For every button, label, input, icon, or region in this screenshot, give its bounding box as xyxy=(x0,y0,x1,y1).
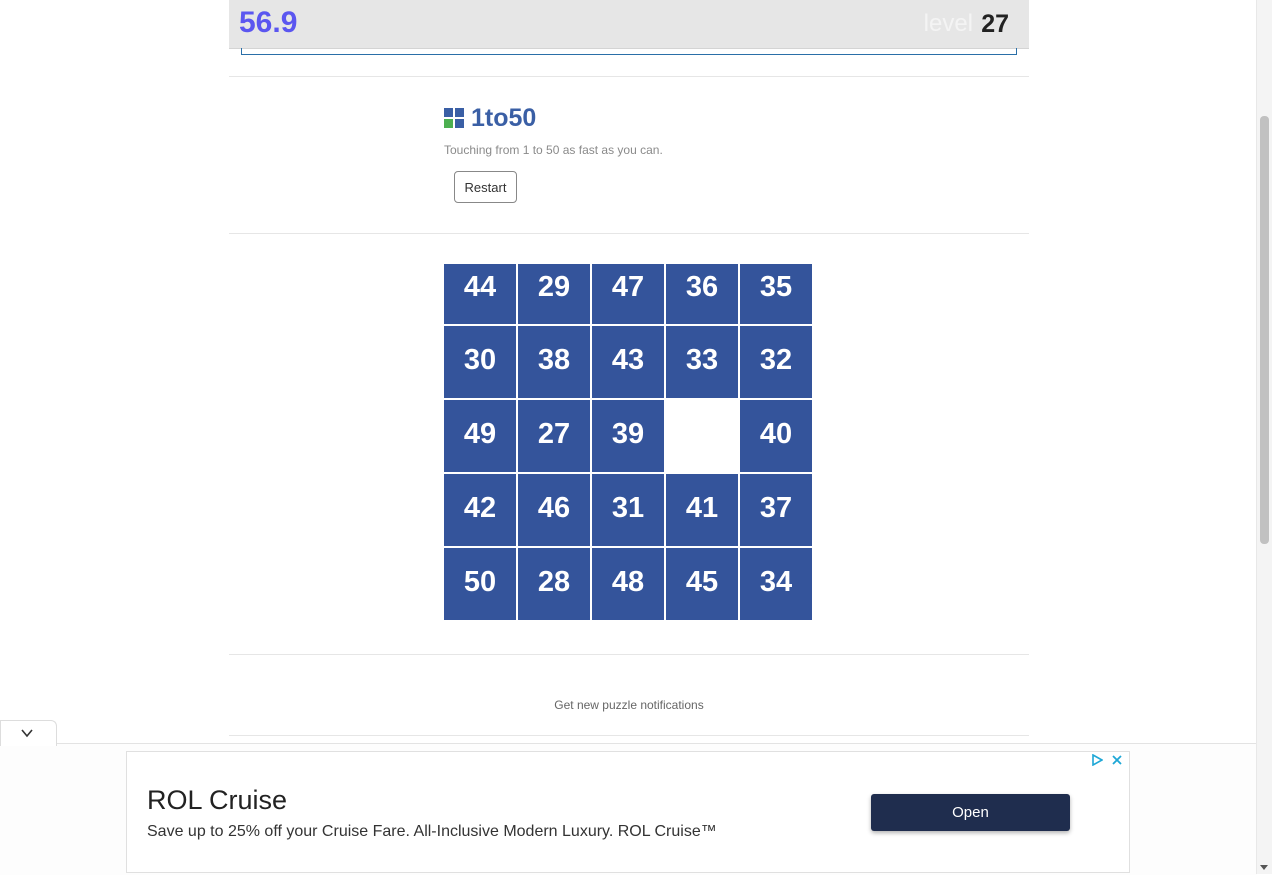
game-subtitle: Touching from 1 to 50 as fast as you can… xyxy=(444,143,663,157)
number-tile[interactable]: 32 xyxy=(740,326,812,398)
number-tile[interactable]: 30 xyxy=(444,326,516,398)
number-tile[interactable]: 40 xyxy=(740,400,812,472)
number-tile[interactable]: 28 xyxy=(518,548,590,620)
adchoices-icon[interactable] xyxy=(1091,754,1103,766)
number-tile[interactable]: 33 xyxy=(666,326,738,398)
status-bar: 56.9 level 27 xyxy=(229,0,1029,49)
number-tile[interactable]: 35 xyxy=(740,264,812,324)
number-tile[interactable]: 46 xyxy=(518,474,590,546)
header-underline-box xyxy=(241,48,1017,55)
chevron-down-icon xyxy=(21,729,33,738)
number-tile[interactable]: 36 xyxy=(666,264,738,324)
number-tile[interactable]: 42 xyxy=(444,474,516,546)
scrollbar[interactable] xyxy=(1256,0,1272,874)
number-tile[interactable]: 29 xyxy=(518,264,590,324)
number-tile[interactable]: 45 xyxy=(666,548,738,620)
empty-tile xyxy=(666,400,738,472)
level-label: level xyxy=(923,10,973,37)
number-tile[interactable]: 50 xyxy=(444,548,516,620)
ad-description[interactable]: Save up to 25% off your Cruise Fare. All… xyxy=(147,823,717,841)
divider xyxy=(229,654,1029,655)
number-tile[interactable]: 37 xyxy=(740,474,812,546)
app-logo-icon xyxy=(444,108,464,128)
notifications-link[interactable]: Get new puzzle notifications xyxy=(229,698,1029,712)
ad-controls xyxy=(1089,752,1129,768)
restart-button[interactable]: Restart xyxy=(454,171,517,203)
ad-banner[interactable]: ROL Cruise Save up to 25% off your Cruis… xyxy=(126,751,1130,873)
number-tile[interactable]: 38 xyxy=(518,326,590,398)
number-tile[interactable]: 34 xyxy=(740,548,812,620)
number-tile[interactable]: 43 xyxy=(592,326,664,398)
number-tile[interactable]: 27 xyxy=(518,400,590,472)
ad-title[interactable]: ROL Cruise xyxy=(147,785,287,816)
game-title: 1to50 xyxy=(471,104,537,132)
number-tile[interactable]: 31 xyxy=(592,474,664,546)
scrollbar-thumb[interactable] xyxy=(1260,116,1269,544)
close-icon[interactable] xyxy=(1111,754,1123,766)
ad-collapse-tab[interactable] xyxy=(0,720,57,746)
number-tile[interactable]: 48 xyxy=(592,548,664,620)
scroll-down-arrow-icon[interactable] xyxy=(1260,865,1268,870)
timer: 56.9 xyxy=(239,6,298,39)
number-tile[interactable]: 44 xyxy=(444,264,516,324)
number-tile[interactable]: 41 xyxy=(666,474,738,546)
divider xyxy=(229,76,1029,77)
divider xyxy=(229,735,1029,736)
ad-open-button[interactable]: Open xyxy=(871,794,1070,831)
level-number: 27 xyxy=(981,10,1009,38)
number-grid: 44 29 47 36 35 30 38 43 33 32 49 27 39 40 42 46 31 41 37 50… xyxy=(444,264,812,620)
number-tile[interactable]: 49 xyxy=(444,400,516,472)
divider xyxy=(229,233,1029,234)
number-tile[interactable]: 47 xyxy=(592,264,664,324)
number-tile[interactable]: 39 xyxy=(592,400,664,472)
